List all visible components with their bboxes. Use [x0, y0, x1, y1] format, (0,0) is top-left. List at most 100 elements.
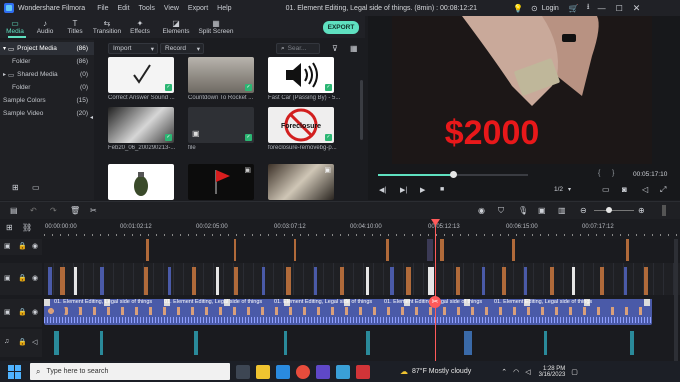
- media-item[interactable]: ✓ Countdown To Rocket ...: [188, 57, 260, 101]
- audio-clip[interactable]: [464, 331, 472, 355]
- zoom-out-icon[interactable]: ⊖: [580, 206, 587, 215]
- clip[interactable]: [386, 239, 389, 261]
- teams-icon[interactable]: [316, 364, 330, 379]
- chevron-down-icon[interactable]: ▾: [568, 186, 571, 193]
- audio-clip[interactable]: [544, 331, 547, 355]
- folder-outline-icon[interactable]: ▭: [32, 183, 40, 192]
- search-input[interactable]: ⌕ Sear...: [276, 43, 320, 54]
- zoom-in-icon[interactable]: ⊕: [638, 206, 645, 215]
- clip[interactable]: [286, 267, 291, 295]
- clip[interactable]: [427, 239, 433, 261]
- clip[interactable]: [550, 267, 554, 295]
- fullscreen-icon[interactable]: ⤢: [660, 185, 666, 195]
- clip[interactable]: [146, 239, 149, 261]
- export-button[interactable]: EXPORT: [323, 21, 359, 34]
- clip[interactable]: [624, 267, 627, 295]
- clip[interactable]: [600, 267, 604, 295]
- media-item[interactable]: [108, 164, 174, 200]
- mark-in-icon[interactable]: {: [598, 170, 600, 177]
- grid-view-icon[interactable]: ▦: [350, 44, 358, 53]
- clip[interactable]: [524, 267, 527, 295]
- tray-chevron-icon[interactable]: ⌃: [501, 368, 507, 376]
- clip[interactable]: [74, 267, 77, 295]
- clip[interactable]: [512, 239, 515, 261]
- file-explorer-icon[interactable]: [256, 364, 270, 379]
- sidebar-item-shared-folder[interactable]: Folder (0): [0, 81, 94, 94]
- lock-icon[interactable]: 🔒: [18, 308, 27, 316]
- clip[interactable]: [482, 267, 485, 295]
- audio-clip[interactable]: [54, 331, 59, 355]
- clip[interactable]: [390, 267, 394, 295]
- edge-icon[interactable]: [276, 364, 290, 379]
- maximize-icon[interactable]: ☐: [616, 4, 623, 13]
- tab-audio[interactable]: ♪ Audio: [30, 16, 60, 38]
- volume-icon[interactable]: ◁: [525, 368, 530, 376]
- clip[interactable]: [192, 267, 196, 295]
- clip[interactable]: [168, 267, 171, 295]
- tab-split-screen[interactable]: ▦ Split Screen: [196, 16, 236, 38]
- playback-ratio-select[interactable]: 1/2: [554, 186, 563, 193]
- tab-transition[interactable]: ⇆ Transition: [90, 16, 124, 38]
- chrome-icon[interactable]: [296, 364, 310, 379]
- media-scrollbar[interactable]: [360, 80, 363, 140]
- clip[interactable]: [340, 267, 344, 295]
- menu-file[interactable]: File: [97, 5, 108, 12]
- cut-icon[interactable]: ✂: [90, 206, 97, 215]
- clip[interactable]: [234, 267, 238, 295]
- record-dropdown[interactable]: Record ▾: [160, 43, 204, 54]
- collapse-panel-icon[interactable]: ◂: [90, 114, 93, 121]
- download-icon[interactable]: ⭳: [587, 1, 590, 15]
- clip[interactable]: [294, 239, 296, 261]
- media-item[interactable]: ✓ Correct Answer Sound ...: [108, 57, 180, 101]
- audio-clip[interactable]: [630, 331, 634, 355]
- audio-clip[interactable]: [194, 331, 198, 355]
- audio-clip[interactable]: [284, 331, 287, 355]
- sidebar-item-shared-media[interactable]: ▸ ▭ Shared Media (0): [0, 68, 94, 81]
- clip[interactable]: [644, 267, 648, 295]
- eye-icon[interactable]: ◉: [32, 308, 38, 316]
- wifi-icon[interactable]: ◠: [513, 368, 519, 376]
- clip[interactable]: [48, 267, 52, 295]
- menu-export[interactable]: Export: [188, 5, 208, 12]
- tab-elements[interactable]: ◪ Elements: [156, 16, 196, 38]
- account-icon[interactable]: ⊙: [531, 4, 538, 13]
- app-icon[interactable]: [356, 364, 370, 379]
- split-scissors-icon[interactable]: ✂: [429, 296, 441, 308]
- microphone-icon[interactable]: 🎙: [518, 206, 528, 215]
- stop-icon[interactable]: ■: [440, 186, 444, 193]
- sidebar-item-folder[interactable]: Folder (86): [0, 55, 94, 68]
- filter-icon[interactable]: ⊽: [332, 44, 338, 53]
- eye-icon[interactable]: ◉: [32, 242, 38, 250]
- sidebar-item-sample-video[interactable]: Sample Video (20): [0, 107, 94, 120]
- clip[interactable]: [314, 267, 317, 295]
- filmora-taskbar-icon[interactable]: [336, 364, 350, 379]
- clip[interactable]: [216, 267, 219, 295]
- clip[interactable]: [234, 239, 236, 261]
- cart-icon[interactable]: 🛒: [569, 4, 579, 13]
- menu-tools[interactable]: Tools: [139, 5, 155, 12]
- audio-clip[interactable]: [366, 331, 370, 355]
- volume-icon[interactable]: ◁: [32, 338, 37, 346]
- layout-icon[interactable]: ▤: [10, 206, 18, 215]
- media-item[interactable]: Foreclosure ✓ foreclosure-removebg-p...: [268, 107, 340, 151]
- menu-view[interactable]: View: [164, 5, 179, 12]
- clip[interactable]: [366, 267, 369, 295]
- snapshot-icon[interactable]: ◙: [622, 185, 627, 194]
- delete-icon[interactable]: 🗑: [70, 206, 80, 215]
- clip[interactable]: [626, 239, 629, 261]
- lock-icon[interactable]: 🔒: [18, 274, 27, 282]
- panel-toggle-icon[interactable]: [662, 205, 666, 216]
- clip[interactable]: [440, 239, 444, 261]
- clip[interactable]: [456, 267, 460, 295]
- display-icon[interactable]: ▭: [602, 185, 610, 194]
- clip[interactable]: [60, 267, 65, 295]
- lock-icon[interactable]: 🔒: [18, 242, 27, 250]
- sidebar-item-project-media[interactable]: ▾ ▭ Project Media (86): [0, 42, 94, 55]
- close-icon[interactable]: ✕: [633, 3, 641, 14]
- clip[interactable]: [144, 267, 148, 295]
- eye-icon[interactable]: ◉: [32, 274, 38, 282]
- new-folder-icon[interactable]: ⊞: [12, 183, 19, 192]
- login-link[interactable]: Login: [542, 5, 559, 12]
- redo-icon[interactable]: ↷: [50, 206, 57, 215]
- tab-effects[interactable]: ✦ Effects: [124, 16, 156, 38]
